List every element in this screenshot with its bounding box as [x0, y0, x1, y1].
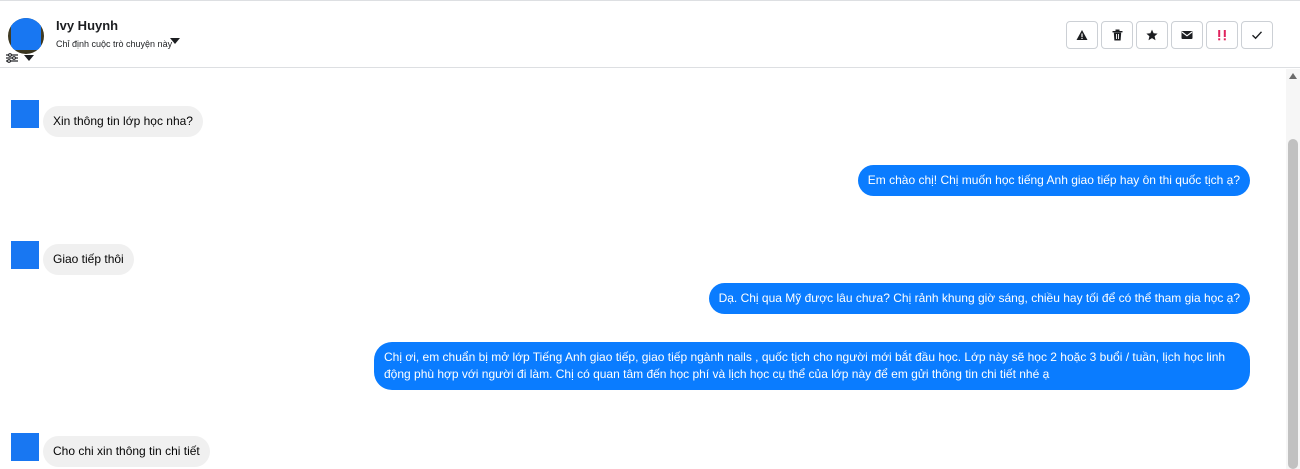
sender-avatar	[11, 100, 39, 128]
incoming-message[interactable]: Cho chi xin thông tin chi tiết	[43, 436, 210, 467]
contact-name[interactable]: Ivy Huynh	[56, 18, 118, 33]
conversation-header: Ivy Huynh Chỉ định cuộc trò chuyện này	[0, 0, 1300, 68]
delete-button[interactable]	[1101, 21, 1133, 49]
sender-avatar	[11, 433, 39, 461]
incoming-message[interactable]: Xin thông tin lớp học nha?	[43, 106, 203, 137]
outgoing-message[interactable]: Dạ. Chị qua Mỹ được lâu chưa? Chị rảnh k…	[708, 283, 1250, 314]
spam-icon	[1218, 30, 1226, 41]
scrollbar-thumb[interactable]	[1288, 139, 1298, 469]
check-icon	[1252, 31, 1263, 40]
outgoing-message[interactable]: Chị ơi, em chuẩn bị mở lớp Tiếng Anh gia…	[374, 342, 1250, 390]
sender-avatar	[11, 241, 39, 269]
assign-conversation-label[interactable]: Chỉ định cuộc trò chuyện này	[56, 39, 172, 49]
action-toolbar	[1066, 21, 1273, 49]
mail-icon	[1181, 31, 1193, 39]
scrollbar[interactable]	[1286, 69, 1300, 469]
incoming-message[interactable]: Giao tiếp thôi	[43, 244, 134, 275]
filter-chevron-down-icon[interactable]	[24, 55, 34, 61]
report-button[interactable]	[1066, 21, 1098, 49]
scroll-up-arrow-icon[interactable]	[1289, 73, 1297, 79]
trash-icon	[1112, 29, 1122, 41]
contact-avatar[interactable]	[8, 18, 44, 54]
warning-icon	[1076, 30, 1088, 40]
spam-button[interactable]	[1206, 21, 1238, 49]
message-thread: Xin thông tin lớp học nha? Em chào chị! …	[0, 69, 1286, 469]
mark-done-button[interactable]	[1241, 21, 1273, 49]
star-button[interactable]	[1136, 21, 1168, 49]
chevron-down-icon[interactable]	[170, 38, 180, 44]
filter-icon[interactable]	[6, 53, 18, 63]
mark-unread-button[interactable]	[1171, 21, 1203, 49]
star-icon	[1146, 29, 1158, 41]
outgoing-message[interactable]: Em chào chị! Chị muốn học tiếng Anh giao…	[857, 165, 1250, 196]
